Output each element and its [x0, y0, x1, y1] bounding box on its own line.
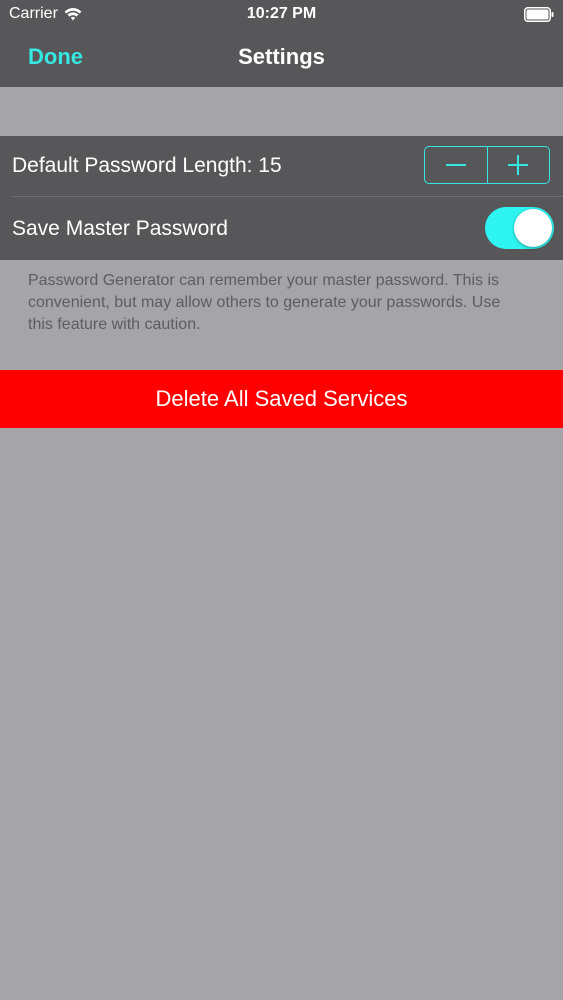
save-master-password-toggle[interactable]	[485, 207, 554, 249]
page-title: Settings	[238, 44, 325, 69]
settings-group: Default Password Length: 15 Save Master …	[0, 136, 563, 260]
increment-button[interactable]	[486, 147, 550, 183]
password-length-stepper[interactable]	[424, 146, 550, 184]
save-master-password-note: Password Generator can remember your mas…	[28, 272, 501, 333]
delete-all-services-button[interactable]: Delete All Saved Services	[0, 370, 563, 428]
toggle-knob	[514, 209, 552, 247]
save-master-password-label: Save Master Password	[12, 217, 228, 240]
decrement-button[interactable]	[425, 147, 487, 183]
password-length-label: Default Password Length: 15	[12, 154, 282, 177]
plus-icon	[508, 155, 529, 175]
save-master-password-row: Save Master Password	[0, 197, 563, 260]
password-length-row: Default Password Length: 15	[0, 136, 563, 197]
minus-icon	[445, 164, 466, 166]
navigation-bar: Done Settings	[0, 30, 563, 87]
status-bar: Carrier 10:27 PM	[0, 0, 563, 30]
status-time: 10:27 PM	[246, 5, 317, 22]
battery-icon	[524, 7, 554, 22]
